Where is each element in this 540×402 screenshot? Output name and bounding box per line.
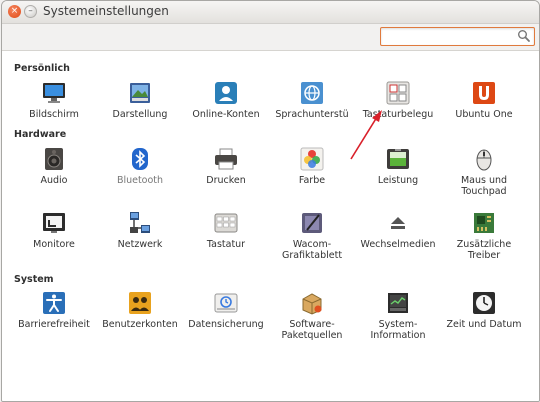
- clock-icon: [472, 291, 496, 315]
- toolbar: [2, 24, 539, 51]
- displays-icon: [42, 211, 66, 235]
- backup-icon: [214, 291, 238, 315]
- item-network[interactable]: Netzwerk: [97, 211, 183, 250]
- item-bluetooth[interactable]: Bluetooth: [97, 147, 183, 186]
- settings-window: × – Systemeinstellungen Persönlich Bilds…: [1, 0, 540, 402]
- section-title-system: System: [14, 274, 54, 285]
- item-appearance[interactable]: Darstellung: [97, 81, 183, 120]
- minimize-button[interactable]: –: [24, 5, 37, 18]
- mouse-icon: [472, 147, 496, 171]
- item-accessibility[interactable]: Barrierefreiheit: [11, 291, 97, 330]
- removable-media-icon: [386, 211, 410, 235]
- item-backup[interactable]: Datensicherung: [183, 291, 269, 330]
- keyboard-icon: [214, 211, 238, 235]
- tablet-icon: [300, 211, 324, 235]
- bluetooth-icon: [128, 147, 152, 171]
- accessibility-icon: [42, 291, 66, 315]
- keyboard-layout-icon: [386, 81, 410, 105]
- online-accounts-icon: [214, 81, 238, 105]
- item-display[interactable]: Bildschirm: [11, 81, 97, 120]
- item-software-sources[interactable]: Software- Paketquellen: [269, 291, 355, 341]
- item-user-accounts[interactable]: Benutzerkonten: [97, 291, 183, 330]
- system-info-icon: [386, 291, 410, 315]
- section-title-hardware: Hardware: [14, 129, 67, 140]
- drivers-icon: [472, 211, 496, 235]
- language-icon: [300, 81, 324, 105]
- item-mouse-touchpad[interactable]: Maus und Touchpad: [441, 147, 527, 197]
- item-system-info[interactable]: System- Information: [355, 291, 441, 341]
- speaker-icon: [42, 147, 66, 171]
- annotation-arrow: [350, 110, 382, 160]
- close-button[interactable]: ×: [8, 5, 21, 18]
- monitor-icon: [42, 81, 66, 105]
- user-accounts-icon: [128, 291, 152, 315]
- item-audio[interactable]: Audio: [11, 147, 97, 186]
- item-additional-drivers[interactable]: Zusätzliche Treiber: [441, 211, 527, 261]
- search-box[interactable]: [380, 27, 535, 49]
- search-icon[interactable]: [517, 29, 531, 43]
- network-icon: [128, 211, 152, 235]
- item-online-accounts[interactable]: Online-Konten: [183, 81, 269, 120]
- item-printing[interactable]: Drucken: [183, 147, 269, 186]
- item-time-date[interactable]: Zeit und Datum: [441, 291, 527, 330]
- section-title-personal: Persönlich: [14, 63, 70, 74]
- color-icon: [300, 147, 324, 171]
- software-sources-icon: [300, 291, 324, 315]
- appearance-icon: [128, 81, 152, 105]
- item-ubuntu-one[interactable]: Ubuntu One: [441, 81, 527, 120]
- window-title: Systemeinstellungen: [43, 4, 169, 18]
- item-keyboard[interactable]: Tastatur: [183, 211, 269, 250]
- settings-content: Persönlich Bildschirm Darstellung Online…: [2, 51, 539, 401]
- ubuntu-one-icon: [472, 81, 496, 105]
- item-removable-media[interactable]: Wechselmedien: [355, 211, 441, 250]
- item-displays[interactable]: Monitore: [11, 211, 97, 250]
- item-wacom-tablet[interactable]: Wacom- Grafiktablett: [269, 211, 355, 261]
- search-input[interactable]: [384, 32, 516, 49]
- printer-icon: [214, 147, 238, 171]
- title-bar: × – Systemeinstellungen: [2, 1, 539, 24]
